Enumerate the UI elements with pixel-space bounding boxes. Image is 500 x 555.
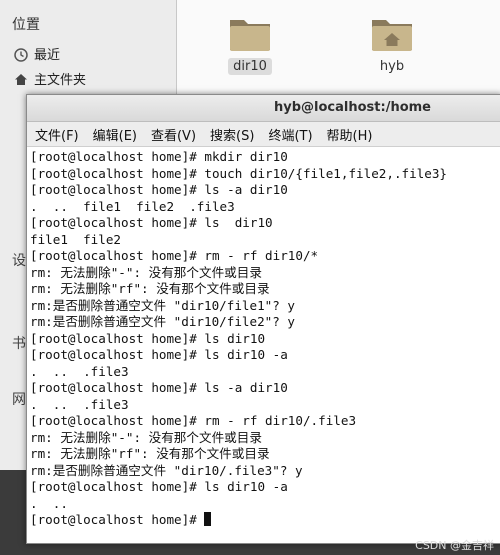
clock-icon <box>14 47 28 62</box>
sidebar-item-recent[interactable]: 最近 <box>14 44 60 63</box>
terminal-line: . .. file1 file2 .file3 <box>30 198 235 214</box>
terminal-line: rm: 无法删除"-": 没有那个文件或目录 <box>30 429 262 445</box>
sidebar-item-label: 最近 <box>34 48 61 63</box>
folder-hyb[interactable]: hyb <box>357 14 427 75</box>
terminal-line: [root@localhost home]# mkdir dir10 <box>30 149 288 164</box>
terminal-line: [root@localhost home]# rm - rf dir10/.fi… <box>30 413 357 428</box>
terminal-line: rm: 无法删除"-": 没有那个文件或目录 <box>30 264 262 280</box>
terminal-line: [root@localhost home]# rm - rf dir10/* <box>30 248 319 263</box>
terminal-menubar: 文件(F) 编辑(E) 查看(V) 搜索(S) 终端(T) 帮助(H) <box>27 122 500 147</box>
menu-file[interactable]: 文件(F) <box>35 125 79 144</box>
terminal-line: . .. .file3 <box>30 396 129 412</box>
menu-terminal[interactable]: 终端(T) <box>268 125 312 144</box>
folder-dir10[interactable]: dir10 <box>215 14 285 75</box>
menu-edit[interactable]: 编辑(E) <box>93 125 137 144</box>
menu-view[interactable]: 查看(V) <box>151 125 196 144</box>
terminal-prompt: [root@localhost home]# <box>30 512 205 527</box>
terminal-line: [root@localhost home]# ls dir10 -a <box>30 479 288 494</box>
menu-help[interactable]: 帮助(H) <box>327 125 373 144</box>
terminal-line: rm: 无法删除"rf": 没有那个文件或目录 <box>30 446 270 461</box>
terminal-titlebar[interactable]: hyb@localhost:/home <box>27 95 500 122</box>
terminal-line: [root@localhost home]# ls dir10 -a <box>30 347 288 362</box>
folder-icon <box>230 20 270 51</box>
sidebar-item-label: 主文件夹 <box>34 73 87 88</box>
menu-search[interactable]: 搜索(S) <box>210 125 254 144</box>
folder-label: dir10 <box>228 58 272 75</box>
terminal-line: [root@localhost home]# ls -a dir10 <box>30 380 288 395</box>
watermark: CSDN @金吉祥 <box>415 539 494 552</box>
terminal-line: rm: 无法删除"rf": 没有那个文件或目录 <box>30 281 270 296</box>
sidebar-item-home[interactable]: 主文件夹 <box>14 69 86 88</box>
terminal-output[interactable]: [root@localhost home]# mkdir dir10 [root… <box>27 147 500 543</box>
terminal-line: . .. <box>30 495 68 511</box>
home-folder-icon <box>372 20 412 51</box>
home-icon <box>14 73 28 85</box>
terminal-line: file1 file2 <box>30 231 121 247</box>
terminal-line: [root@localhost home]# ls -a dir10 <box>30 182 288 197</box>
folder-label: hyb <box>379 59 405 74</box>
terminal-line: rm:是否删除普通空文件 "dir10/file1"? y <box>30 297 295 313</box>
terminal-line: [root@localhost home]# ls dir10 <box>30 330 266 346</box>
window-title: hyb@localhost:/home <box>274 100 431 115</box>
terminal-prompt-line[interactable]: [root@localhost home]# <box>30 512 500 529</box>
sidebar-section-partial: 设 <box>12 253 26 269</box>
text-cursor <box>204 512 212 526</box>
terminal-window[interactable]: hyb@localhost:/home 文件(F) 编辑(E) 查看(V) 搜索… <box>26 94 500 544</box>
terminal-line: rm:是否删除普通空文件 "dir10/file2"? y <box>30 314 295 329</box>
terminal-line: . .. .file3 <box>30 363 129 379</box>
places-section-title: 位置 <box>12 17 40 33</box>
terminal-line: rm:是否删除普通空文件 "dir10/.file3"? y <box>30 462 303 478</box>
sidebar-section-partial: 书 <box>12 336 26 352</box>
sidebar-section-partial: 网 <box>12 392 26 408</box>
terminal-line: [root@localhost home]# touch dir10/{file… <box>30 165 448 181</box>
terminal-line: [root@localhost home]# ls dir10 <box>30 215 273 230</box>
